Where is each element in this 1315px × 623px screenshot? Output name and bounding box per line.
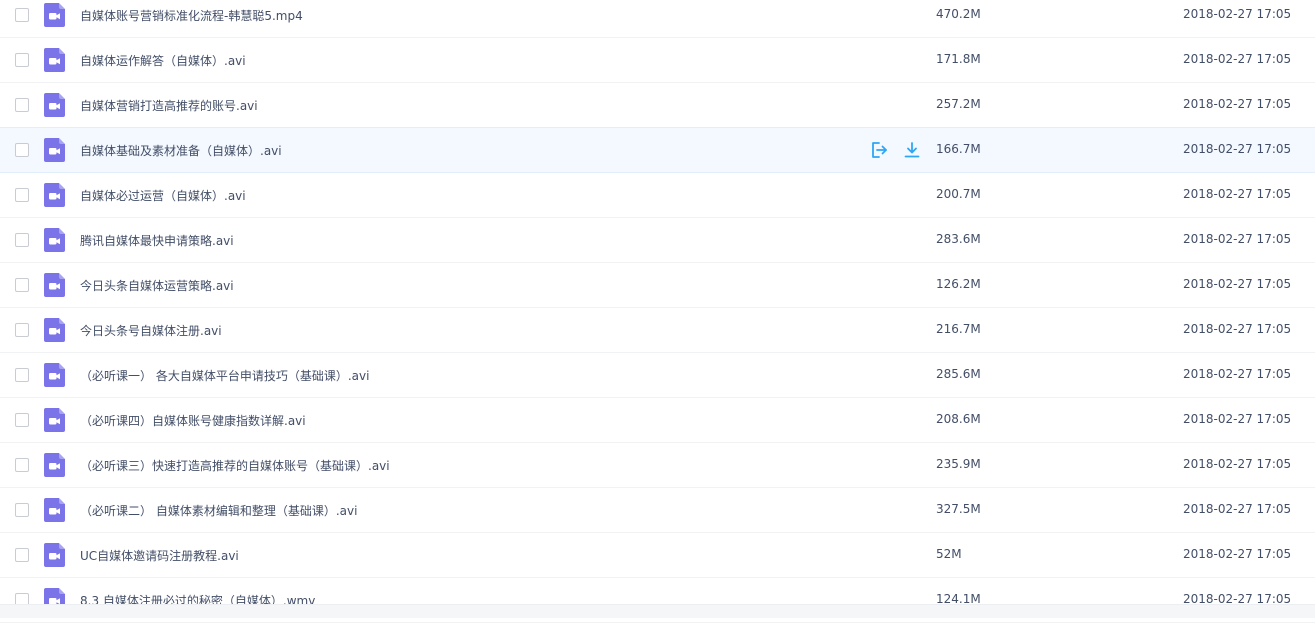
file-name[interactable]: UC自媒体邀请码注册教程.avi: [80, 547, 239, 564]
file-modified-time: 2018-02-27 17:05: [1183, 322, 1292, 336]
video-file-icon: [44, 498, 65, 522]
file-name[interactable]: 今日头条号自媒体注册.avi: [80, 322, 222, 339]
row-checkbox[interactable]: [15, 53, 29, 67]
file-size: 166.7M: [936, 142, 981, 156]
video-file-icon: [44, 3, 65, 27]
video-file-icon: [44, 453, 65, 477]
file-row[interactable]: 自媒体必过运营（自媒体）.avi 200.7M 2018-02-27 17:05: [0, 173, 1315, 218]
file-row[interactable]: 自媒体运作解答（自媒体）.avi 171.8M 2018-02-27 17:05: [0, 38, 1315, 83]
file-row[interactable]: 自媒体营销打造高推荐的账号.avi 257.2M 2018-02-27 17:0…: [0, 83, 1315, 128]
video-file-icon: [44, 318, 65, 342]
file-size: 283.6M: [936, 232, 981, 246]
video-file-icon: [44, 93, 65, 117]
file-size: 327.5M: [936, 502, 981, 516]
file-name[interactable]: 自媒体营销打造高推荐的账号.avi: [80, 97, 258, 114]
file-modified-time: 2018-02-27 17:05: [1183, 457, 1292, 471]
file-modified-time: 2018-02-27 17:05: [1183, 412, 1292, 426]
file-size: 285.6M: [936, 367, 981, 381]
row-checkbox[interactable]: [15, 98, 29, 112]
file-name[interactable]: 今日头条自媒体运营策略.avi: [80, 277, 234, 294]
file-name[interactable]: 自媒体账号营销标准化流程-韩慧聪5.mp4: [80, 7, 303, 24]
file-modified-time: 2018-02-27 17:05: [1183, 277, 1292, 291]
row-checkbox[interactable]: [15, 548, 29, 562]
video-file-icon: [44, 48, 65, 72]
video-file-icon: [44, 363, 65, 387]
horizontal-scrollbar[interactable]: [0, 604, 1315, 618]
row-checkbox[interactable]: [15, 503, 29, 517]
file-modified-time: 2018-02-27 17:05: [1183, 187, 1292, 201]
file-name[interactable]: （必听课二） 自媒体素材编辑和整理（基础课）.avi: [80, 502, 357, 519]
file-row[interactable]: （必听课二） 自媒体素材编辑和整理（基础课）.avi 327.5M 2018-0…: [0, 488, 1315, 533]
file-name[interactable]: 自媒体必过运营（自媒体）.avi: [80, 187, 246, 204]
file-name[interactable]: （必听课四）自媒体账号健康指数详解.avi: [80, 412, 306, 429]
file-size: 216.7M: [936, 322, 981, 336]
file-modified-time: 2018-02-27 17:05: [1183, 232, 1292, 246]
file-row[interactable]: （必听课四）自媒体账号健康指数详解.avi 208.6M 2018-02-27 …: [0, 398, 1315, 443]
row-checkbox[interactable]: [15, 278, 29, 292]
video-file-icon: [44, 273, 65, 297]
file-name[interactable]: 自媒体运作解答（自媒体）.avi: [80, 52, 246, 69]
file-row[interactable]: 今日头条自媒体运营策略.avi 126.2M 2018-02-27 17:05: [0, 263, 1315, 308]
file-name[interactable]: （必听课一） 各大自媒体平台申请技巧（基础课）.avi: [80, 367, 369, 384]
video-file-icon: [44, 408, 65, 432]
video-file-icon: [44, 138, 65, 162]
file-modified-time: 2018-02-27 17:05: [1183, 52, 1292, 66]
file-name[interactable]: （必听课三）快速打造高推荐的自媒体账号（基础课）.avi: [80, 457, 390, 474]
row-checkbox[interactable]: [15, 458, 29, 472]
file-name[interactable]: 腾讯自媒体最快申请策略.avi: [80, 232, 234, 249]
download-icon[interactable]: [903, 141, 921, 159]
file-modified-time: 2018-02-27 17:05: [1183, 7, 1292, 21]
file-size: 52M: [936, 547, 962, 561]
file-modified-time: 2018-02-27 17:05: [1183, 97, 1292, 111]
file-row[interactable]: （必听课三）快速打造高推荐的自媒体账号（基础课）.avi 235.9M 2018…: [0, 443, 1315, 488]
file-row[interactable]: 自媒体基础及素材准备（自媒体）.avi 166.7M 2018-02-27 17…: [0, 127, 1315, 173]
row-checkbox[interactable]: [15, 143, 29, 157]
file-list: 自媒体账号营销标准化流程-韩慧聪5.mp4 470.2M 2018-02-27 …: [0, 0, 1315, 623]
row-checkbox[interactable]: [15, 413, 29, 427]
row-checkbox[interactable]: [15, 368, 29, 382]
file-modified-time: 2018-02-27 17:05: [1183, 547, 1292, 561]
file-size: 208.6M: [936, 412, 981, 426]
video-file-icon: [44, 228, 65, 252]
file-modified-time: 2018-02-27 17:05: [1183, 367, 1292, 381]
file-size: 257.2M: [936, 97, 981, 111]
file-size: 200.7M: [936, 187, 981, 201]
file-modified-time: 2018-02-27 17:05: [1183, 142, 1292, 156]
row-checkbox[interactable]: [15, 233, 29, 247]
file-size: 470.2M: [936, 7, 981, 21]
row-checkbox[interactable]: [15, 188, 29, 202]
file-modified-time: 2018-02-27 17:05: [1183, 502, 1292, 516]
file-name[interactable]: 自媒体基础及素材准备（自媒体）.avi: [80, 142, 282, 159]
file-row[interactable]: 腾讯自媒体最快申请策略.avi 283.6M 2018-02-27 17:05: [0, 218, 1315, 263]
video-file-icon: [44, 543, 65, 567]
file-row[interactable]: UC自媒体邀请码注册教程.avi 52M 2018-02-27 17:05: [0, 533, 1315, 578]
row-checkbox[interactable]: [15, 323, 29, 337]
share-out-icon[interactable]: [870, 141, 888, 159]
file-size: 235.9M: [936, 457, 981, 471]
row-checkbox[interactable]: [15, 8, 29, 22]
file-size: 126.2M: [936, 277, 981, 291]
file-row[interactable]: （必听课一） 各大自媒体平台申请技巧（基础课）.avi 285.6M 2018-…: [0, 353, 1315, 398]
file-row[interactable]: 自媒体账号营销标准化流程-韩慧聪5.mp4 470.2M 2018-02-27 …: [0, 0, 1315, 38]
file-row[interactable]: 今日头条号自媒体注册.avi 216.7M 2018-02-27 17:05: [0, 308, 1315, 353]
video-file-icon: [44, 183, 65, 207]
file-size: 171.8M: [936, 52, 981, 66]
